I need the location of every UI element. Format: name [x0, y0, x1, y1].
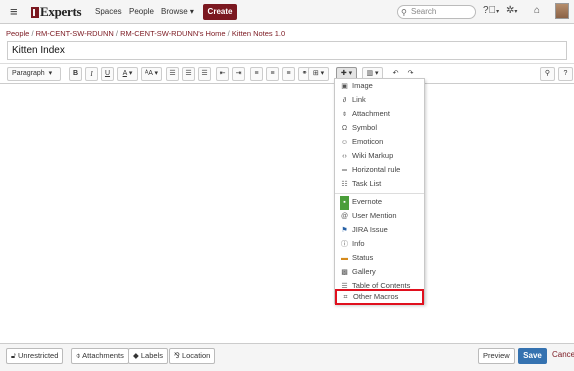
evernote-icon: ▪ [340, 196, 349, 210]
align-center-icon[interactable]: ≡ [266, 67, 279, 81]
jira-icon: ⚑ [341, 227, 348, 234]
unlock-icon: 🔓︎ [11, 351, 16, 360]
bullet-list-icon[interactable]: ☰ [166, 67, 179, 81]
menu-item-status[interactable]: ▬ Status [335, 251, 424, 265]
menu-divider [335, 193, 424, 194]
notifications-icon[interactable]: ⌂ [534, 5, 540, 17]
align-right-icon[interactable]: ≡ [282, 67, 295, 81]
menu-item-wiki-markup[interactable]: ‹› Wiki Markup [335, 149, 424, 163]
hamburger-menu-icon[interactable]: ≡ [10, 5, 18, 18]
menu-item-horizontal-rule[interactable]: ═ Horizontal rule [335, 163, 424, 177]
menu-item-jira-issue[interactable]: ⚑ JIRA Issue [335, 223, 424, 237]
link-icon: ∂ [342, 97, 347, 104]
menu-item-emoticon[interactable]: ☺ Emoticon [335, 135, 424, 149]
nav-people[interactable]: People [129, 7, 154, 16]
paperclip-icon: ⌽ [76, 351, 81, 360]
page-title-input[interactable]: Kitten Index [7, 41, 567, 60]
outdent-icon[interactable]: ⇤ [216, 67, 229, 81]
task-list-icon[interactable]: ☰ [198, 67, 211, 81]
location-icon: ⅋ [174, 351, 180, 360]
restrictions-button[interactable]: 🔓︎ Unrestricted [6, 348, 64, 364]
breadcrumb-home[interactable]: RM-CENT-SW-RDUNN's Home [120, 29, 225, 38]
help-icon[interactable]: ?⃝▾ [483, 5, 499, 18]
attachments-button[interactable]: ⌽ Attachments [71, 348, 129, 364]
menu-item-info[interactable]: ⓘ Info [335, 237, 424, 251]
image-icon: ▣ [341, 83, 348, 90]
italic-button[interactable]: I [85, 67, 98, 81]
save-button[interactable]: Save [518, 348, 547, 364]
font-size-button[interactable]: ᴬA ▾ [141, 67, 162, 81]
location-button[interactable]: ⅋ Location [169, 348, 216, 364]
help-shortcuts-icon[interactable]: ? [558, 67, 573, 81]
menu-item-symbol[interactable]: Ω Symbol [335, 121, 424, 135]
menu-item-gallery[interactable]: ▩ Gallery [335, 265, 424, 279]
smiley-icon: ☺ [340, 139, 349, 146]
paperclip-icon: ⌽ [342, 111, 347, 118]
logo-mark-icon [31, 6, 39, 18]
search-placeholder: Search [411, 7, 437, 16]
task-icon: ☷ [341, 181, 348, 188]
tag-icon: ◆ [133, 351, 139, 360]
table-button[interactable]: ⊞ ▾ [308, 67, 329, 81]
menu-item-image[interactable]: ▣ Image [335, 79, 424, 93]
bold-button[interactable]: B [69, 67, 82, 81]
create-button[interactable]: Create [203, 4, 237, 20]
at-icon: @ [340, 213, 349, 220]
breadcrumb: People / RM-CENT-SW-RDUNN / RM-CENT-SW-R… [6, 29, 285, 38]
cancel-button[interactable]: Cancel [552, 350, 574, 359]
info-icon: ⓘ [341, 241, 348, 248]
markup-icon: ‹› [342, 153, 347, 160]
logo-text: Experts [40, 4, 82, 19]
macro-icon: ⌗ [343, 294, 348, 301]
indent-icon[interactable]: ⇥ [232, 67, 245, 81]
experts-logo[interactable]: Experts [31, 4, 82, 19]
search-icon: ⚲ [401, 8, 407, 17]
gear-icon[interactable]: ✲▾ [506, 5, 517, 18]
rule-icon: ═ [342, 167, 347, 174]
editor-footer: 🔓︎ Unrestricted ⌽ Attachments ◆ Labels ⅋… [0, 343, 574, 371]
editor-toolbar: Paragraph ▾ B I U A ▾ ᴬA ▾ ☰ ☰ ☰ ⇤ ⇥ ≡ ≡… [0, 63, 574, 84]
numbered-list-icon[interactable]: ☰ [182, 67, 195, 81]
paragraph-style-dropdown[interactable]: Paragraph ▾ [7, 67, 61, 81]
nav-spaces[interactable]: Spaces [95, 7, 122, 16]
gallery-icon: ▩ [341, 269, 348, 276]
search-input[interactable]: ⚲ Search [397, 5, 476, 19]
align-left-icon[interactable]: ≡ [250, 67, 263, 81]
menu-item-user-mention[interactable]: @ User Mention [335, 209, 424, 223]
nav-browse[interactable]: Browse ▾ [161, 7, 194, 16]
top-nav-bar: ≡ Experts Spaces People Browse ▾ Create … [0, 0, 574, 24]
insert-menu: ▣ Image ∂ Link ⌽ Attachment Ω Symbol ☺ Emotic… [334, 78, 425, 305]
preview-button[interactable]: Preview [478, 348, 515, 364]
menu-item-link[interactable]: ∂ Link [335, 93, 424, 107]
labels-button[interactable]: ◆ Labels [128, 348, 168, 364]
omega-icon: Ω [341, 125, 348, 132]
menu-item-other-macros[interactable]: ⌗ Other Macros [335, 289, 424, 305]
menu-item-attachment[interactable]: ⌽ Attachment [335, 107, 424, 121]
underline-button[interactable]: U [101, 67, 114, 81]
status-icon: ▬ [341, 255, 348, 262]
find-replace-icon[interactable]: ⚲ [540, 67, 555, 81]
text-color-button[interactable]: A ▾ [117, 67, 138, 81]
avatar[interactable] [555, 3, 569, 19]
breadcrumb-people[interactable]: People [6, 29, 29, 38]
menu-item-evernote[interactable]: ▪ Evernote [335, 195, 424, 210]
breadcrumb-page[interactable]: Kitten Notes 1.0 [232, 29, 285, 38]
breadcrumb-space[interactable]: RM-CENT-SW-RDUNN [36, 29, 114, 38]
menu-item-task-list[interactable]: ☷ Task List [335, 177, 424, 191]
